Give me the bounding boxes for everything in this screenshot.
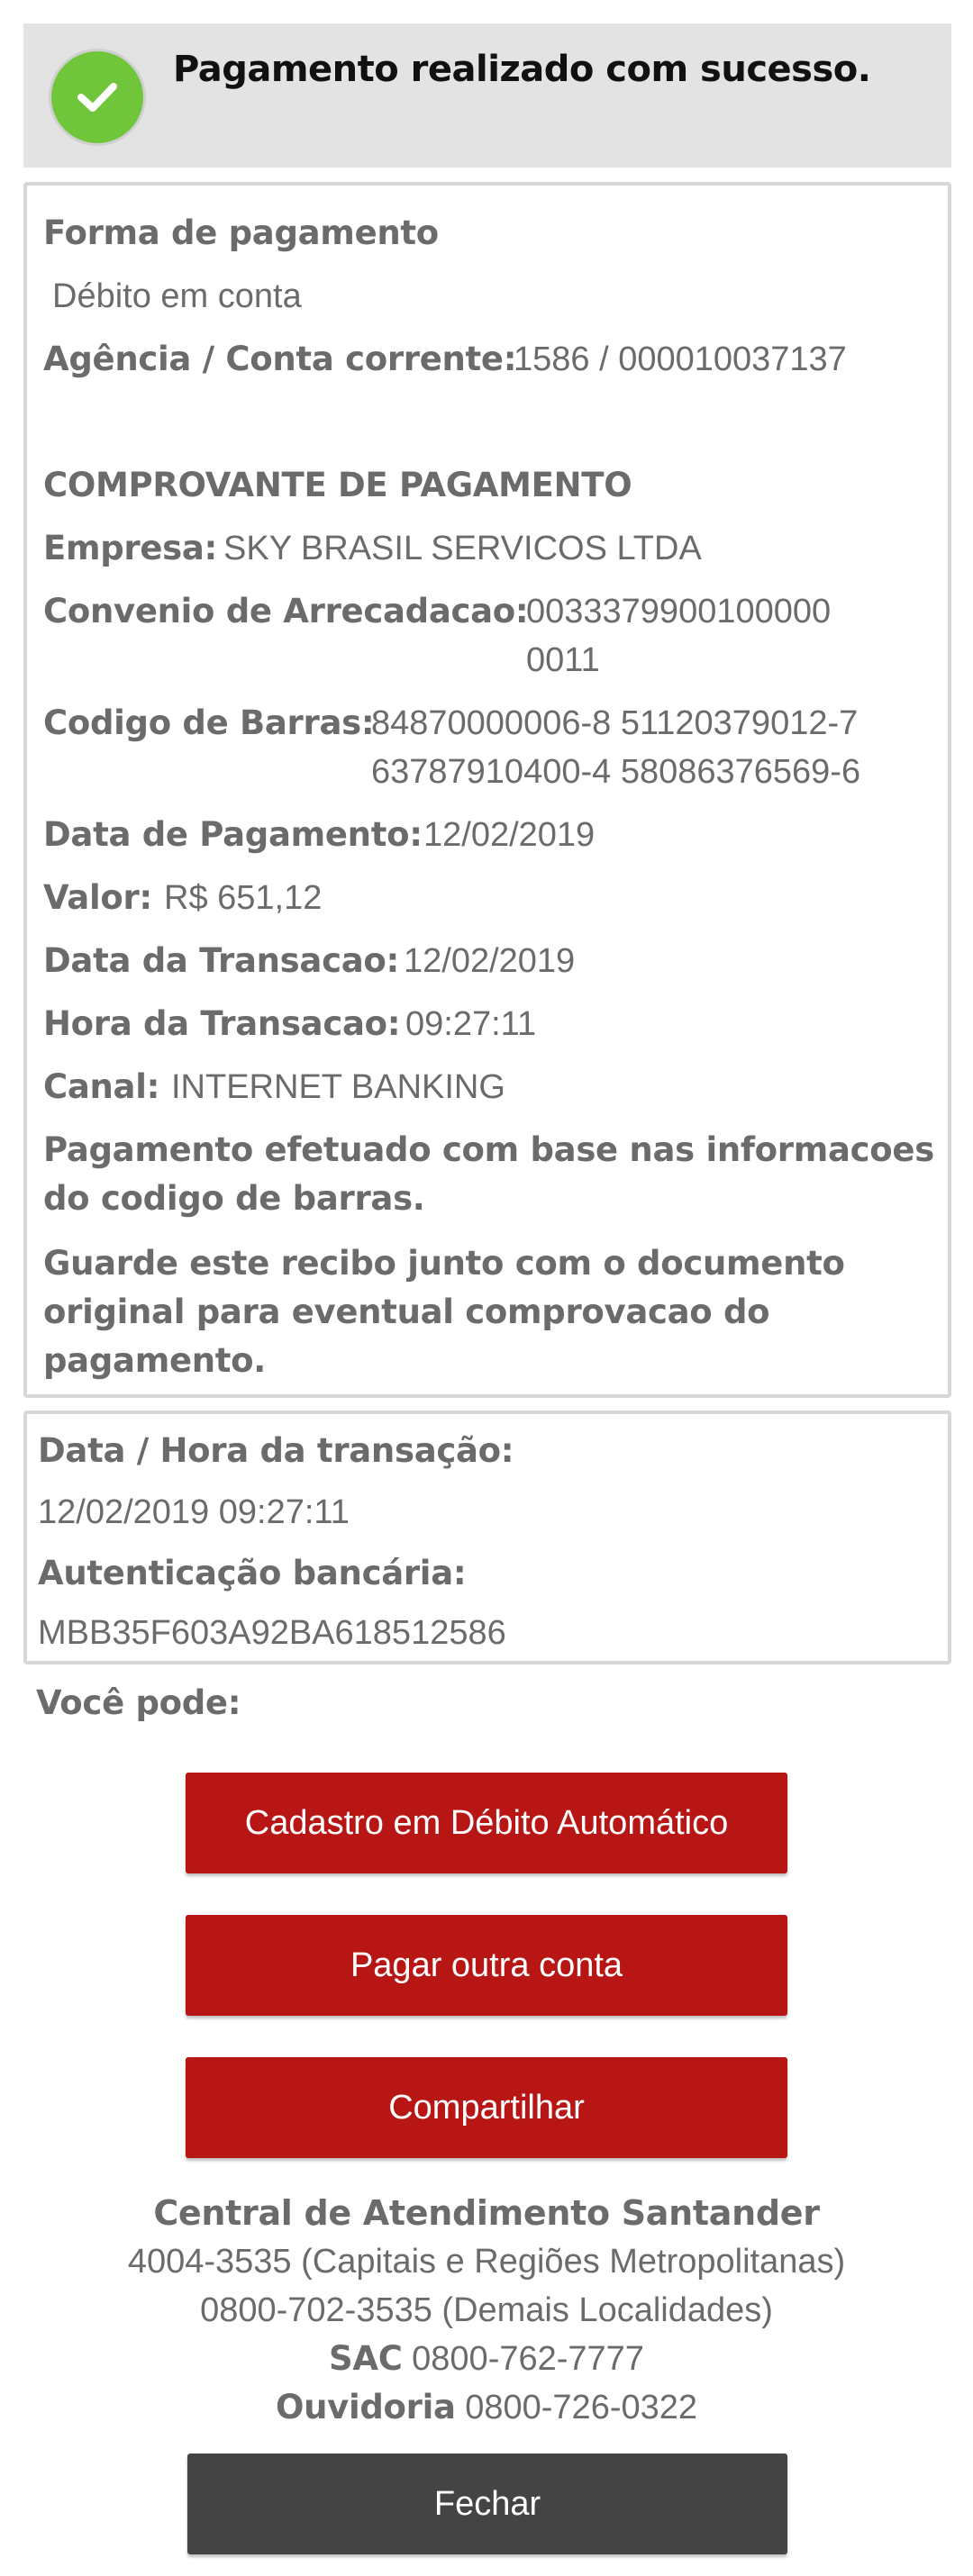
channel-value: INTERNET BANKING: [171, 1068, 505, 1106]
convenio-label: Convenio de Arrecadacao:: [43, 592, 529, 630]
payment-method-label: Forma de pagamento: [43, 213, 439, 252]
payment-date-label: Data de Pagamento:: [43, 815, 423, 854]
transaction-date-value: 12/02/2019: [404, 942, 576, 980]
transaction-time-value: 09:27:11: [405, 1005, 537, 1043]
share-button[interactable]: Compartilhar: [186, 2057, 787, 2158]
receipt-card: Forma de pagamento Débito em conta Agênc…: [23, 182, 951, 1398]
success-banner: Pagamento realizado com sucesso.: [23, 23, 951, 168]
keep-receipt-note-line3: pagamento.: [43, 1341, 267, 1380]
ouvidoria-line: Ouvidoria 0800-726-0322: [0, 2383, 973, 2432]
auto-debit-button[interactable]: Cadastro em Débito Automático: [186, 1773, 787, 1873]
barcode-line2: 63787910400-4 58086376569-6: [371, 753, 861, 791]
barcode-label: Codigo de Barras:: [43, 703, 375, 742]
amount-label: Valor:: [43, 878, 152, 917]
transaction-datetime-value: 12/02/2019 09:27:11: [38, 1493, 350, 1531]
amount-value: R$ 651,12: [164, 879, 323, 917]
barcode-note-line1: Pagamento efetuado com base nas informac…: [43, 1130, 934, 1169]
bank-auth-value: MBB35F603A92BA618512586: [38, 1614, 506, 1652]
empresa-label: Empresa:: [43, 529, 218, 567]
authentication-card: Data / Hora da transação: 12/02/2019 09:…: [23, 1410, 951, 1664]
payment-method-value: Débito em conta: [52, 277, 302, 315]
transaction-date-label: Data da Transacao:: [43, 941, 399, 980]
you-can-label: Você pode:: [36, 1683, 241, 1722]
pay-other-bill-button[interactable]: Pagar outra conta: [186, 1915, 787, 2016]
transaction-datetime-label: Data / Hora da transação:: [38, 1431, 514, 1470]
success-message: Pagamento realizado com sucesso.: [173, 49, 871, 90]
barcode-note-line2: do codigo de barras.: [43, 1179, 425, 1218]
account-value: 1586 / 000010037137: [514, 340, 847, 378]
convenio-value-line1: 0033379900100000: [526, 593, 832, 630]
ouvidoria-phone: 0800-726-0322: [465, 2389, 698, 2426]
checkmark-icon: [49, 49, 146, 146]
support-capitals-phone: 4004-3535 (Capitais e Regiões Metropolit…: [127, 2243, 846, 2281]
sac-line: SAC 0800-762-7777: [0, 2335, 973, 2383]
sac-label: SAC: [329, 2339, 403, 2378]
barcode-line1: 84870000006-8 51120379012-7: [371, 704, 859, 742]
support-title: Central de Atendimento Santander: [153, 2193, 820, 2233]
bank-auth-label: Autenticação bancária:: [38, 1554, 467, 1592]
account-label: Agência / Conta corrente:: [43, 340, 517, 378]
channel-label: Canal:: [43, 1067, 160, 1106]
transaction-time-label: Hora da Transacao:: [43, 1004, 401, 1043]
receipt-title: COMPROVANTE DE PAGAMENTO: [43, 466, 632, 504]
support-other-phone: 0800-702-3535 (Demais Localidades): [200, 2291, 773, 2329]
ouvidoria-label: Ouvidoria: [275, 2388, 456, 2426]
keep-receipt-note-line2: original para eventual comprovacao do: [43, 1293, 770, 1331]
close-button[interactable]: Fechar: [187, 2454, 787, 2554]
sac-phone: 0800-762-7777: [412, 2340, 644, 2378]
convenio-value-line2: 0011: [526, 641, 600, 679]
keep-receipt-note-line1: Guarde este recibo junto com o documento: [43, 1244, 845, 1283]
payment-date-value: 12/02/2019: [423, 816, 596, 854]
empresa-value: SKY BRASIL SERVICOS LTDA: [223, 530, 702, 567]
